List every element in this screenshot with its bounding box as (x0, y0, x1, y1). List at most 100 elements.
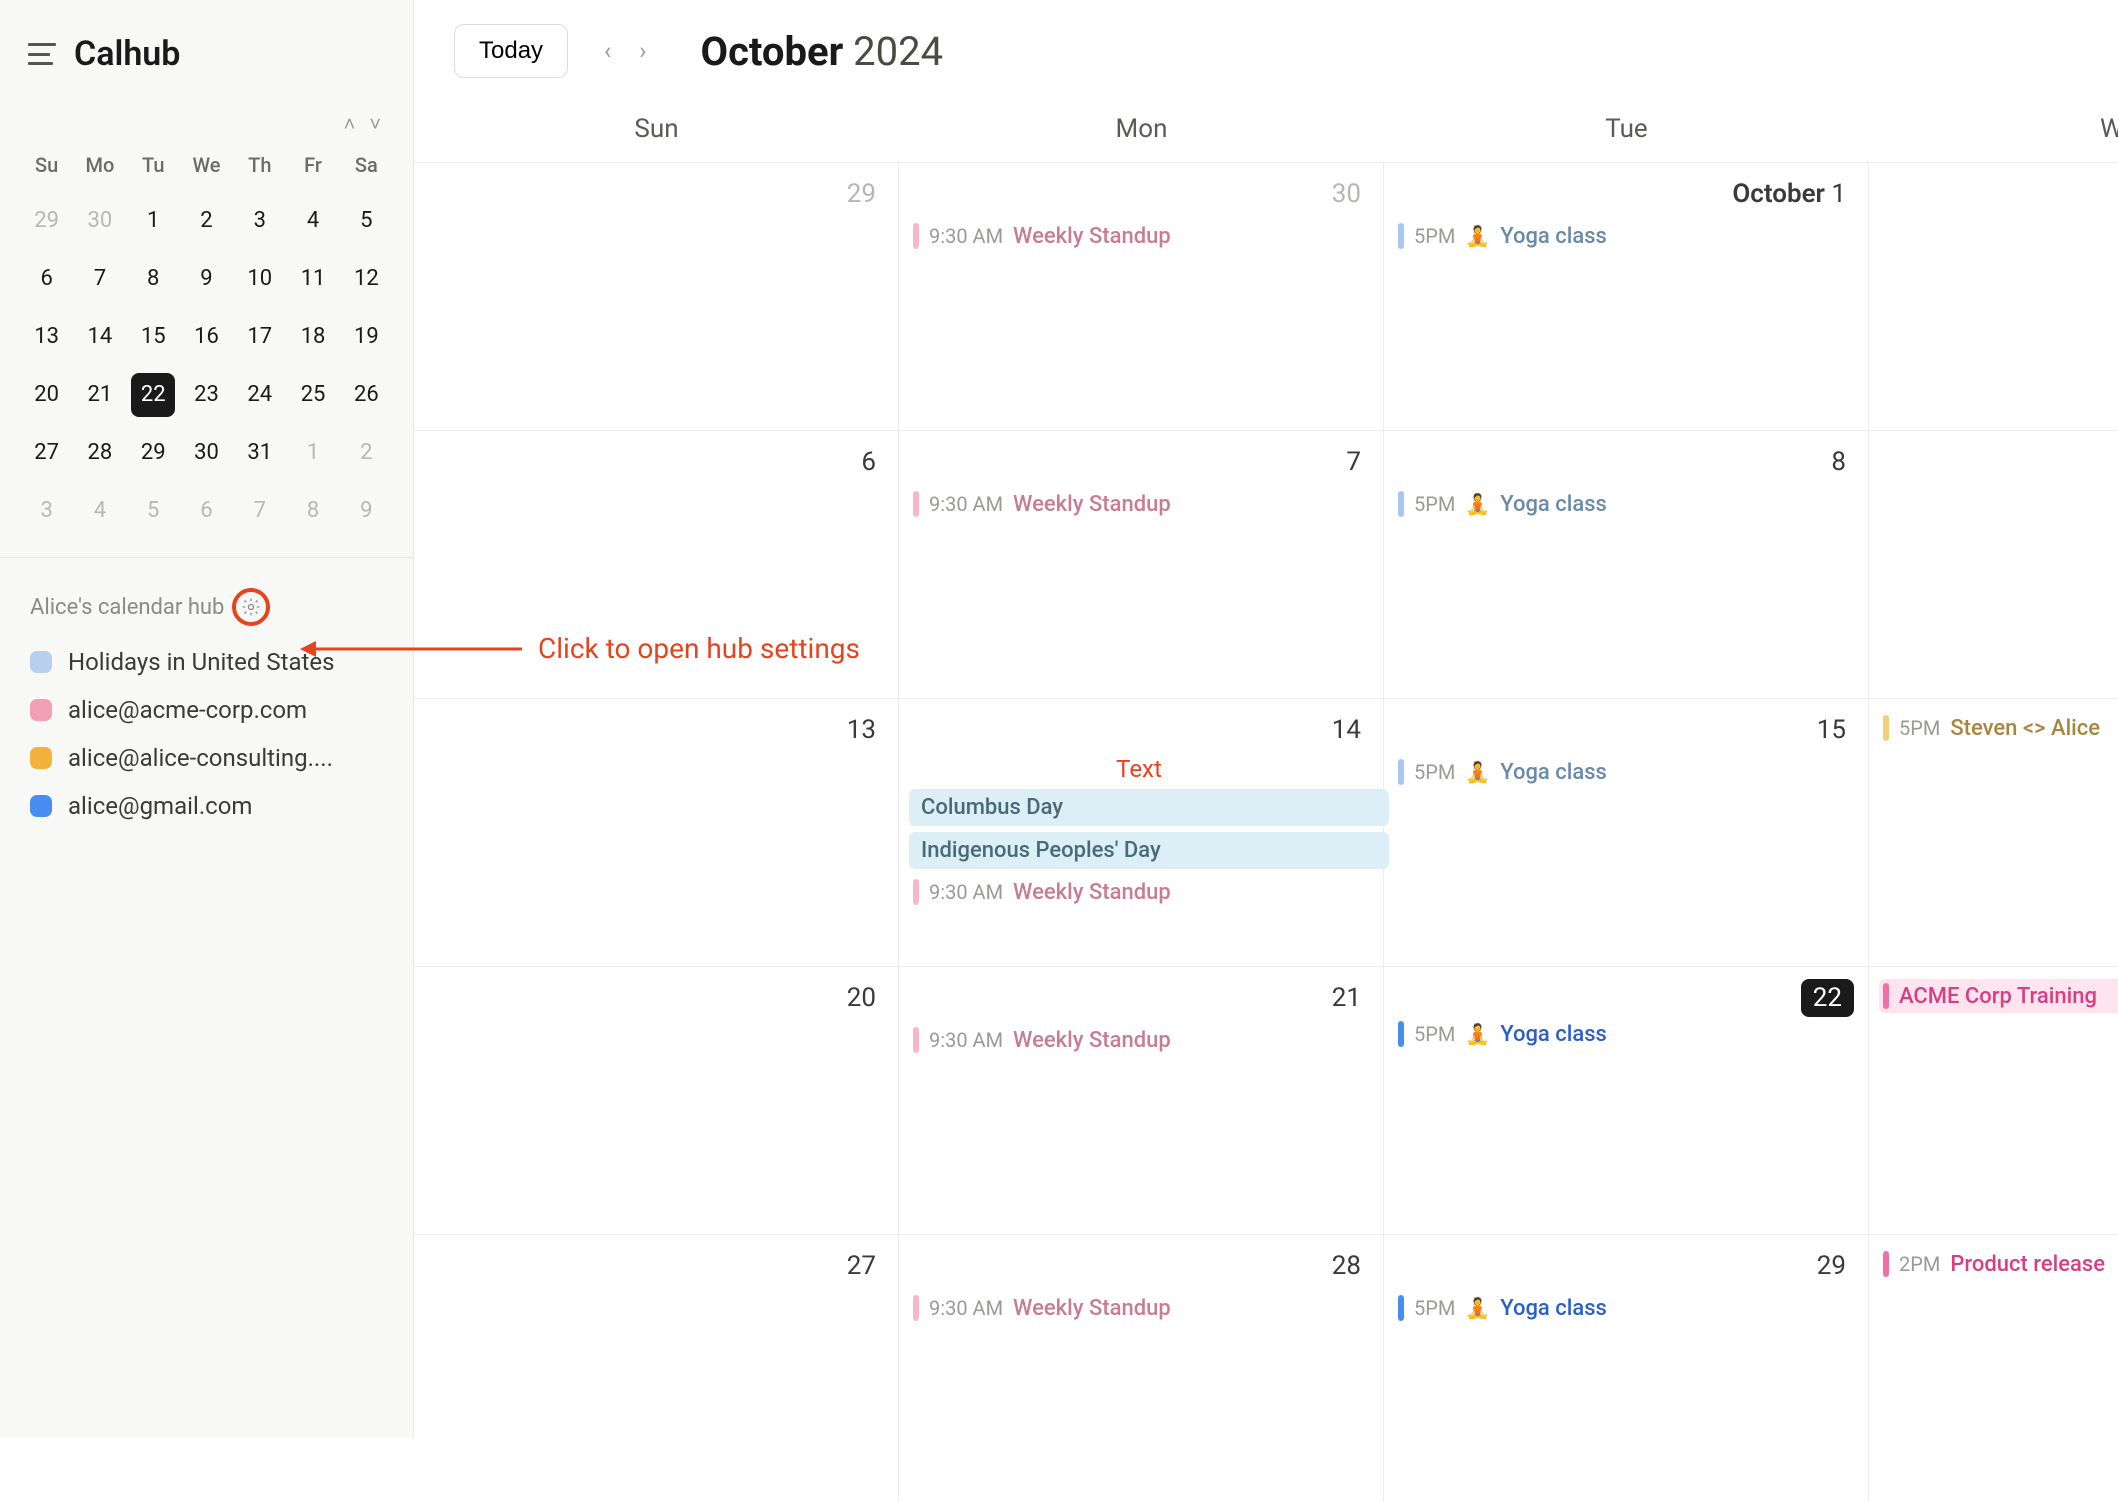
mini-day[interactable]: 6 (25, 257, 69, 301)
event[interactable]: 5PM🧘Yoga class (1394, 1017, 1854, 1051)
mini-day[interactable]: 4 (291, 199, 335, 243)
mini-day[interactable]: 26 (344, 373, 388, 417)
mini-dow: Tu (127, 145, 180, 185)
menu-icon[interactable] (28, 43, 56, 65)
day-cell[interactable]: ACME Corp Training (1869, 967, 2118, 1234)
mini-day[interactable]: 7 (238, 489, 282, 533)
event[interactable]: ACME Corp Training (1879, 979, 2118, 1013)
event-bar (1398, 223, 1404, 249)
day-cell[interactable]: 225PM🧘Yoga class (1384, 967, 1869, 1234)
mini-day[interactable]: 25 (291, 373, 335, 417)
calendar-body: 29309:30 AMWeekly StandupOctober 15PM🧘Yo… (414, 162, 2118, 1502)
mini-day[interactable]: 6 (184, 489, 228, 533)
mini-day[interactable]: 1 (291, 431, 335, 475)
mini-day[interactable]: 28 (78, 431, 122, 475)
event[interactable]: 9:30 AMWeekly Standup (909, 875, 1369, 909)
today-button[interactable]: Today (454, 24, 568, 78)
mini-day[interactable]: 8 (291, 489, 335, 533)
event[interactable]: 5PM🧘Yoga class (1394, 487, 1854, 521)
event[interactable]: 5PM🧘Yoga class (1394, 1291, 1854, 1325)
day-cell[interactable]: 5PMSteven <> Alice (1869, 699, 2118, 966)
day-number: 28 (909, 1247, 1369, 1291)
mini-day[interactable]: 31 (238, 431, 282, 475)
mini-day[interactable]: 5 (131, 489, 175, 533)
calendar-item[interactable]: alice@acme-corp.com (30, 696, 383, 724)
calendar-item[interactable]: alice@gmail.com (30, 792, 383, 820)
mini-day[interactable]: 27 (25, 431, 69, 475)
mini-day[interactable]: 2 (184, 199, 228, 243)
mini-day[interactable]: 29 (131, 431, 175, 475)
event[interactable]: 5PMSteven <> Alice (1879, 711, 2118, 745)
day-cell[interactable]: 85PM🧘Yoga class (1384, 431, 1869, 698)
mini-day[interactable]: 30 (184, 431, 228, 475)
calendar-name: Holidays in United States (68, 648, 334, 676)
mini-day[interactable]: 17 (238, 315, 282, 359)
event[interactable]: 9:30 AMWeekly Standup (909, 1291, 1369, 1325)
mini-day[interactable]: 23 (184, 373, 228, 417)
mini-day[interactable]: 30 (78, 199, 122, 243)
next-month-icon[interactable]: › (629, 31, 656, 71)
day-cell[interactable]: 20 (414, 967, 899, 1234)
mini-day[interactable]: 4 (78, 489, 122, 533)
hub-settings-button[interactable] (232, 588, 270, 626)
day-cell[interactable]: 79:30 AMWeekly Standup (899, 431, 1384, 698)
mini-day[interactable]: 11 (291, 257, 335, 301)
day-cell[interactable]: 13 (414, 699, 899, 966)
mini-day[interactable]: 15 (131, 315, 175, 359)
day-cell[interactable] (1869, 163, 2118, 430)
day-cell[interactable] (1869, 431, 2118, 698)
day-number: 6 (424, 443, 884, 487)
mini-next-icon[interactable]: ˅ (369, 112, 381, 137)
mini-day[interactable]: 13 (25, 315, 69, 359)
event-emoji: 🧘 (1465, 224, 1490, 248)
mini-day[interactable]: 19 (344, 315, 388, 359)
mini-prev-icon[interactable]: ˄ (344, 112, 356, 137)
day-cell[interactable]: 309:30 AMWeekly Standup (899, 163, 1384, 430)
event[interactable]: Columbus Day (909, 789, 1389, 826)
week-row: 20219:30 AMWeekly Standup225PM🧘Yoga clas… (414, 966, 2118, 1234)
mini-day[interactable]: 10 (238, 257, 282, 301)
day-cell[interactable]: 14TextColumbus DayIndigenous Peoples' Da… (899, 699, 1384, 966)
mini-day[interactable]: 9 (344, 489, 388, 533)
day-cell[interactable]: 6 (414, 431, 899, 698)
mini-day[interactable]: 14 (78, 315, 122, 359)
calendar-item[interactable]: Holidays in United States (30, 648, 383, 676)
calendar-item[interactable]: alice@alice-consulting.... (30, 744, 383, 772)
mini-day[interactable]: 1 (131, 199, 175, 243)
mini-day[interactable]: 5 (344, 199, 388, 243)
event[interactable]: 2PMProduct release (1879, 1247, 2118, 1281)
event[interactable]: 9:30 AMWeekly Standup (909, 487, 1369, 521)
topbar: Today ‹ › October 2024 (414, 0, 2118, 92)
mini-day[interactable]: 3 (25, 489, 69, 533)
event[interactable]: 5PM🧘Yoga class (1394, 755, 1854, 789)
mini-day[interactable]: 2 (344, 431, 388, 475)
event[interactable]: Indigenous Peoples' Day (909, 832, 1389, 869)
mini-day[interactable]: 22 (131, 373, 175, 417)
mini-day[interactable]: 21 (78, 373, 122, 417)
day-cell[interactable]: 295PM🧘Yoga class (1384, 1235, 1869, 1502)
mini-day[interactable]: 16 (184, 315, 228, 359)
mini-day[interactable]: 9 (184, 257, 228, 301)
mini-day[interactable]: 29 (25, 199, 69, 243)
mini-day[interactable]: 20 (25, 373, 69, 417)
mini-day[interactable]: 8 (131, 257, 175, 301)
event-title: Weekly Standup (1013, 1296, 1171, 1321)
event-emoji: 🧘 (1465, 1296, 1490, 1320)
mini-day[interactable]: 3 (238, 199, 282, 243)
event[interactable]: 9:30 AMWeekly Standup (909, 219, 1369, 253)
day-cell[interactable]: 29 (414, 163, 899, 430)
day-cell[interactable]: 155PM🧘Yoga class (1384, 699, 1869, 966)
mini-day[interactable]: 24 (238, 373, 282, 417)
mini-day[interactable]: 7 (78, 257, 122, 301)
day-cell[interactable]: 2PMProduct release (1869, 1235, 2118, 1502)
day-cell[interactable]: 219:30 AMWeekly Standup (899, 967, 1384, 1234)
day-cell[interactable]: 27 (414, 1235, 899, 1502)
mini-day[interactable]: 18 (291, 315, 335, 359)
event-title: Yoga class (1500, 1296, 1607, 1321)
mini-day[interactable]: 12 (344, 257, 388, 301)
event[interactable]: 5PM🧘Yoga class (1394, 219, 1854, 253)
day-cell[interactable]: October 15PM🧘Yoga class (1384, 163, 1869, 430)
event[interactable]: 9:30 AMWeekly Standup (909, 1023, 1369, 1057)
day-cell[interactable]: 289:30 AMWeekly Standup (899, 1235, 1384, 1502)
prev-month-icon[interactable]: ‹ (594, 31, 621, 71)
